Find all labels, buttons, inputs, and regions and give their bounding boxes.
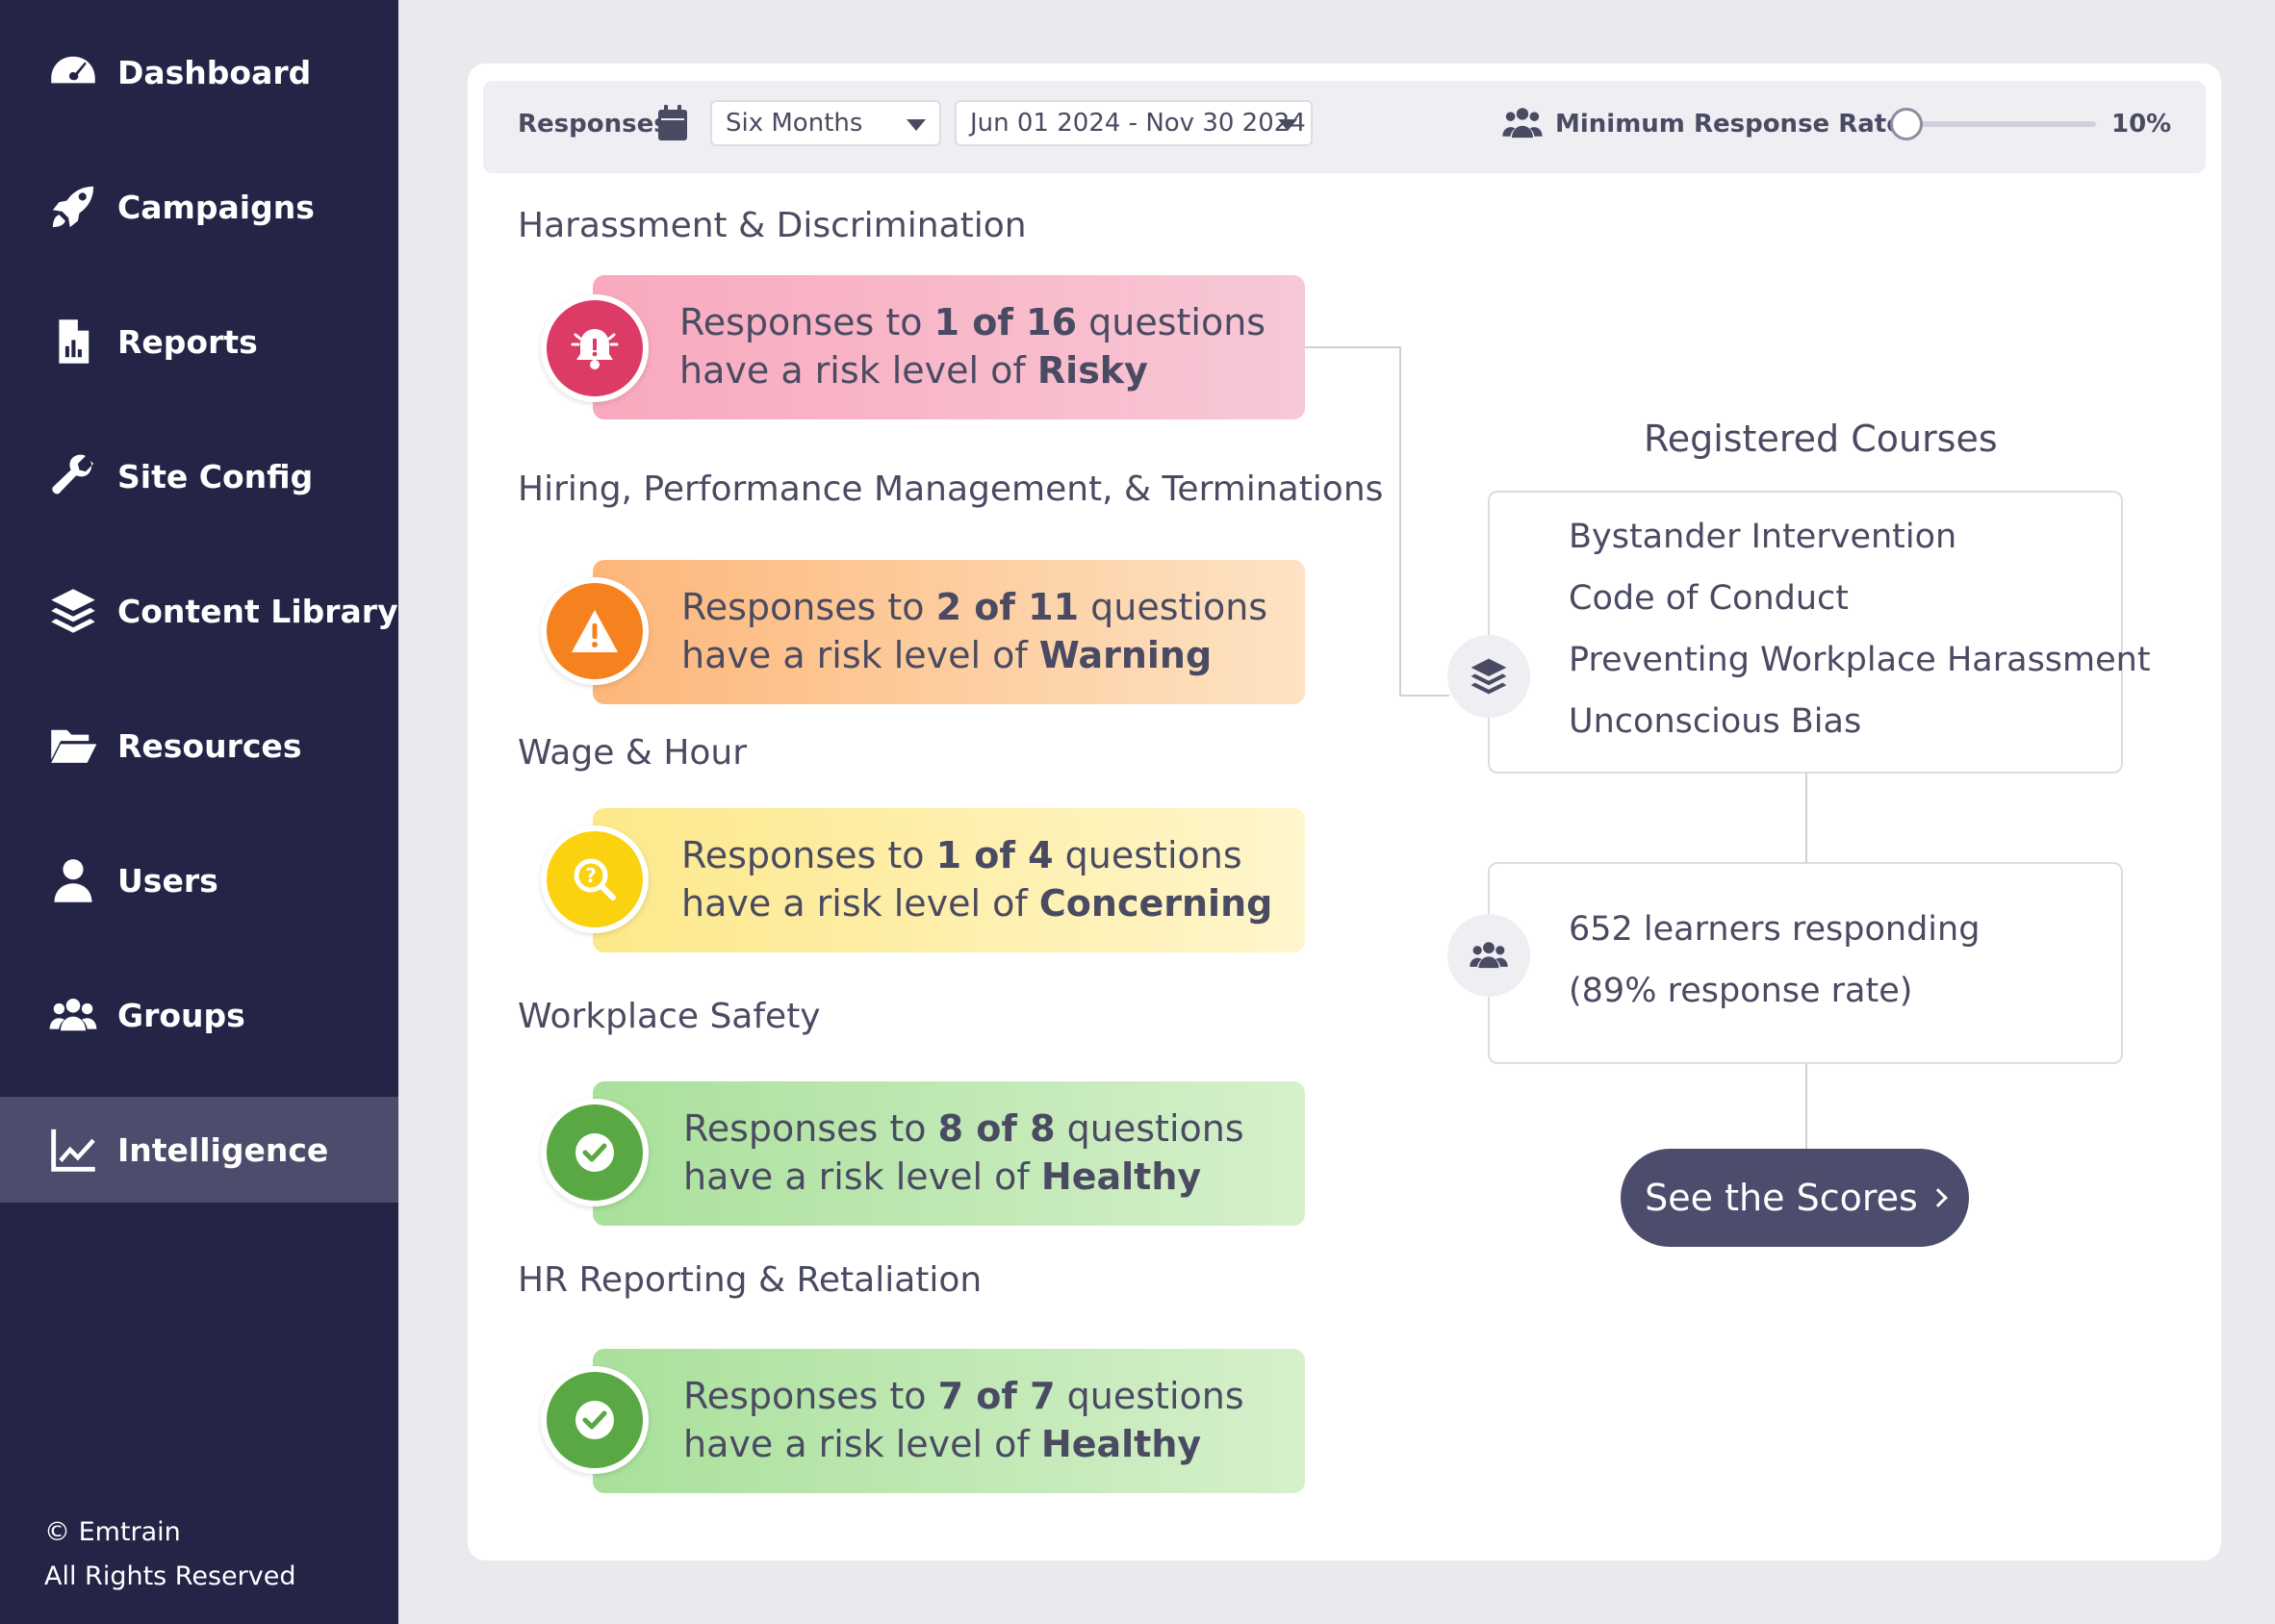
intelligence-card: Responses Six Months Jun 01 2024 - Nov 3… — [468, 63, 2221, 1561]
user-icon — [44, 851, 102, 909]
alarm-bell-icon — [541, 294, 649, 402]
response-rate-text: (89% response rate) — [1569, 972, 1913, 1010]
sidebar-item-campaigns[interactable]: Campaigns — [0, 154, 398, 260]
responses-label: Responses — [518, 110, 669, 139]
risk-summary-card[interactable]: Responses to 7 of 7 questions have a ris… — [593, 1349, 1305, 1493]
sidebar-item-reports[interactable]: Reports — [0, 289, 398, 394]
warning-triangle-icon — [541, 577, 649, 685]
sidebar-footer: © Emtrain All Rights Reserved — [44, 1510, 295, 1599]
sidebar-item-label: Intelligence — [117, 1130, 329, 1169]
min-response-rate-label: Minimum Response Rate — [1555, 110, 1904, 139]
check-circle-icon — [541, 1366, 649, 1474]
sidebar-item-label: Resources — [117, 726, 302, 765]
groups-icon — [44, 986, 102, 1044]
see-scores-label: See the Scores — [1645, 1177, 1918, 1219]
min-response-rate-value: 10% — [2111, 110, 2172, 139]
report-icon — [44, 313, 102, 370]
connector-line — [1399, 695, 1449, 697]
date-range-select-value: Jun 01 2024 - Nov 30 2024 — [970, 109, 1306, 138]
sidebar-item-label: Groups — [117, 996, 245, 1034]
layers-icon — [1447, 635, 1530, 718]
connector-line — [1805, 1062, 1807, 1151]
risk-summary-text: Responses to 8 of 8 questions have a ris… — [683, 1107, 1244, 1198]
period-select-value: Six Months — [726, 109, 863, 138]
learners-count-text: 652 learners responding — [1569, 910, 1981, 949]
risk-level: Concerning — [1038, 882, 1273, 925]
magnifier-question-icon: ? — [541, 825, 649, 933]
chevron-right-icon — [1928, 1188, 1948, 1207]
risk-summary-card[interactable]: Responses to 1 of 4 questions have a ris… — [593, 808, 1305, 952]
risk-summary-text: Responses to 1 of 4 questions have a ris… — [681, 834, 1273, 925]
groups-icon — [1447, 914, 1530, 997]
question-count: 1 of 4 — [935, 834, 1054, 876]
risk-level: Warning — [1038, 634, 1213, 676]
category-title: HR Reporting & Retaliation — [518, 1260, 983, 1300]
folder-icon — [44, 717, 102, 774]
see-scores-button[interactable]: See the Scores — [1621, 1149, 1969, 1247]
sidebar-item-label: Site Config — [117, 457, 314, 495]
sidebar-item-groups[interactable]: Groups — [0, 962, 398, 1068]
sidebar-item-site-config[interactable]: Site Config — [0, 423, 398, 529]
sidebar-item-label: Users — [117, 861, 218, 900]
sidebar-item-intelligence[interactable]: Intelligence — [0, 1097, 398, 1203]
users-icon — [1501, 106, 1544, 140]
sidebar-item-label: Reports — [117, 322, 258, 361]
svg-text:?: ? — [585, 864, 597, 887]
rights-text: All Rights Reserved — [44, 1561, 296, 1591]
registered-courses-title: Registered Courses — [1644, 418, 1998, 460]
category-title: Harassment & Discrimination — [518, 206, 1027, 245]
risk-summary-text: Responses to 7 of 7 questions have a ris… — [683, 1375, 1244, 1465]
question-count: 7 of 7 — [937, 1375, 1056, 1417]
risk-level: Healthy — [1040, 1423, 1202, 1465]
course-item: Bystander Intervention — [1569, 518, 1957, 556]
copyright-text: © Emtrain — [44, 1517, 181, 1547]
question-count: 2 of 11 — [935, 586, 1080, 628]
date-range-select[interactable]: Jun 01 2024 - Nov 30 2024 — [955, 100, 1313, 146]
risk-summary-card[interactable]: Responses to 8 of 8 questions have a ris… — [593, 1081, 1305, 1226]
risk-summary-text: Responses to 2 of 11 questions have a ri… — [681, 586, 1268, 676]
rocket-icon — [44, 178, 102, 236]
chart-line-icon — [44, 1121, 102, 1179]
sidebar-item-content-library[interactable]: Content Library — [0, 558, 398, 664]
risk-level: Healthy — [1040, 1155, 1202, 1198]
sidebar-item-label: Content Library — [117, 592, 398, 630]
course-item: Code of Conduct — [1569, 579, 1849, 618]
sidebar-item-resources[interactable]: Resources — [0, 693, 398, 799]
connector-line — [1805, 772, 1807, 862]
sidebar: Dashboard Campaigns Reports Site Config … — [0, 0, 398, 1624]
check-circle-icon — [541, 1099, 649, 1206]
chevron-down-icon — [1278, 119, 1297, 131]
category-title: Workplace Safety — [518, 997, 821, 1036]
risk-summary-text: Responses to 1 of 16 questions have a ri… — [679, 301, 1266, 392]
sidebar-item-users[interactable]: Users — [0, 827, 398, 933]
category-title: Hiring, Performance Management, & Termin… — [518, 469, 1384, 509]
sidebar-item-label: Campaigns — [117, 188, 315, 226]
filter-toolbar: Responses Six Months Jun 01 2024 - Nov 3… — [483, 81, 2206, 173]
calendar-icon — [656, 104, 689, 142]
course-item: Preventing Workplace Harassment — [1569, 641, 2151, 679]
dashboard-icon — [44, 43, 102, 101]
connector-line — [1399, 346, 1401, 697]
question-count: 8 of 8 — [937, 1107, 1056, 1150]
risk-summary-card[interactable]: Responses to 2 of 11 questions have a ri… — [593, 560, 1305, 704]
question-count: 1 of 16 — [933, 301, 1078, 343]
chevron-down-icon — [907, 119, 926, 131]
slider-handle[interactable] — [1890, 108, 1923, 140]
layers-icon — [44, 582, 102, 640]
sidebar-item-dashboard[interactable]: Dashboard — [0, 19, 398, 125]
wrench-icon — [44, 447, 102, 505]
risk-summary-card[interactable]: Responses to 1 of 16 questions have a ri… — [593, 275, 1305, 419]
connector-line — [1305, 346, 1401, 348]
risk-level: Risky — [1036, 349, 1148, 392]
category-title: Wage & Hour — [518, 733, 748, 773]
period-select[interactable]: Six Months — [710, 100, 941, 146]
learners-box — [1488, 862, 2123, 1064]
sidebar-item-label: Dashboard — [117, 53, 312, 91]
course-item: Unconscious Bias — [1569, 702, 1862, 741]
